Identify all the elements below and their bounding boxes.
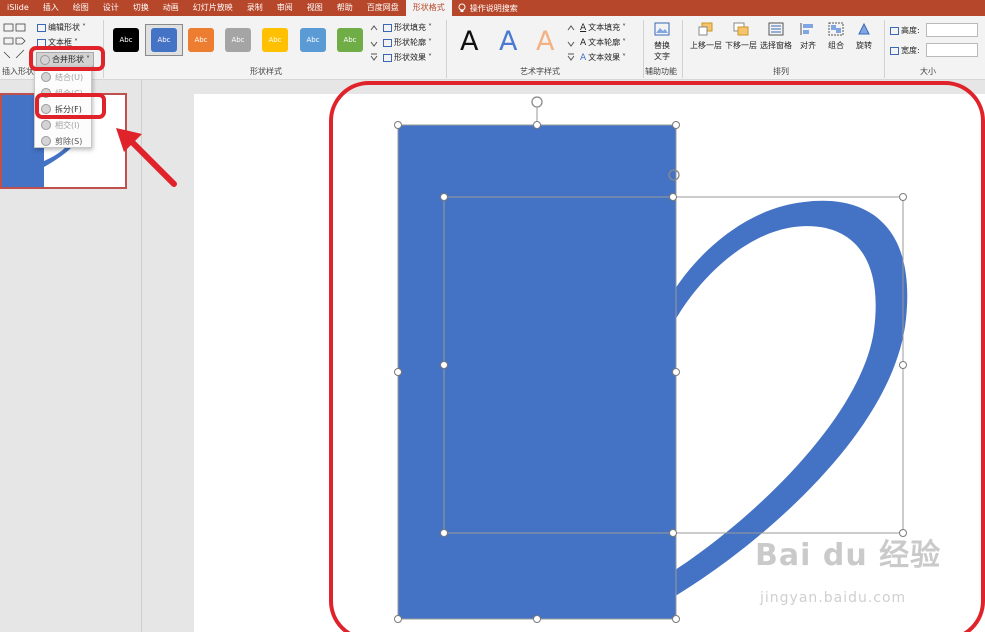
merge-subtract-item[interactable]: 剪除(S) — [37, 133, 91, 149]
tab-design[interactable]: 设计 — [96, 0, 126, 16]
text-fill-button[interactable]: A 文本填充 ˅ — [580, 22, 626, 33]
ribbon-divider — [446, 20, 447, 78]
style-swatch-gold[interactable]: Abc — [262, 28, 288, 52]
ribbon-divider — [643, 20, 644, 78]
tab-insert[interactable]: 插入 — [36, 0, 66, 16]
pen-icon — [383, 38, 392, 47]
group-label-accessibility: 辅助功能 — [645, 67, 677, 76]
height-input[interactable] — [926, 23, 978, 37]
style-swatch-light-blue[interactable]: Abc — [300, 28, 326, 52]
selection-pane-button[interactable]: 选择窗格 — [759, 22, 793, 51]
send-backward-icon — [733, 22, 749, 36]
style-swatch-green[interactable]: Abc — [337, 28, 363, 52]
width-icon — [890, 46, 899, 55]
tell-me-search[interactable]: 操作说明搜索 — [452, 0, 518, 16]
wordart-orange-outline[interactable]: A — [536, 28, 554, 56]
watermark-logo: Bai du 经验 — [755, 538, 942, 573]
shapes-gallery-icon[interactable] — [2, 22, 30, 62]
width-input[interactable] — [926, 43, 978, 57]
tab-review[interactable]: 审阅 — [270, 0, 300, 16]
alt-text-icon — [654, 22, 670, 36]
chevron-down-icon: ˅ — [622, 38, 627, 47]
width-label: 宽度: — [890, 45, 920, 56]
text-outline-button[interactable]: A 文本轮廓 ˅ — [580, 37, 626, 48]
tab-record[interactable]: 录制 — [240, 0, 270, 16]
bring-forward-icon — [698, 22, 713, 36]
merge-union-item[interactable]: 结合(U) — [37, 69, 91, 85]
edit-shape-icon — [37, 23, 46, 32]
chevron-down-icon: ˅ — [428, 23, 432, 32]
powerpoint-window: iSlide 插入 绘图 设计 切换 动画 幻灯片放映 录制 审阅 视图 帮助 … — [0, 0, 985, 632]
search-label: 操作说明搜索 — [469, 3, 518, 13]
annotation-fragment-item — [35, 93, 106, 119]
tab-draw[interactable]: 绘图 — [66, 0, 96, 16]
edit-shape-button[interactable]: 编辑形状 ˅ — [37, 22, 86, 33]
wordart-scroll-icon[interactable] — [567, 22, 575, 62]
merge-intersect-item[interactable]: 相交(I) — [37, 117, 91, 133]
gallery-scroll-icon[interactable] — [370, 22, 378, 62]
arrow-annotation-icon — [116, 128, 177, 187]
chevron-down-icon: ˅ — [428, 38, 432, 47]
align-button[interactable]: 对齐 — [797, 22, 819, 51]
tab-islide[interactable]: iSlide — [0, 0, 36, 16]
height-label: 高度: — [890, 25, 920, 36]
style-swatch-gray[interactable]: Abc — [225, 28, 251, 52]
rotate-button[interactable]: 旋转 — [853, 22, 875, 51]
chevron-down-icon: ˅ — [622, 23, 627, 32]
watermark-url: jingyan.baidu.com — [760, 590, 907, 606]
effects-icon — [383, 53, 392, 62]
menu-bar: iSlide 插入 绘图 设计 切换 动画 幻灯片放映 录制 审阅 视图 帮助 … — [0, 0, 985, 16]
chevron-down-icon: ˅ — [82, 23, 86, 32]
style-swatch-black[interactable]: Abc — [113, 28, 139, 52]
style-swatch-orange[interactable]: Abc — [188, 28, 214, 52]
ribbon-divider — [682, 20, 683, 78]
height-icon — [890, 26, 899, 35]
shape-effects-button[interactable]: 形状效果 ˅ — [383, 52, 432, 63]
group-label-wordart: 艺术字样式 — [520, 67, 560, 76]
alt-text-button[interactable]: 替换 文字 — [651, 22, 673, 62]
paint-bucket-icon — [383, 23, 392, 32]
tab-animations[interactable]: 动画 — [156, 0, 186, 16]
text-outline-icon: A — [580, 37, 587, 48]
text-effects-button[interactable]: A 文本效果 ˅ — [580, 52, 626, 63]
lightbulb-icon — [458, 3, 466, 12]
text-fill-icon: A — [580, 22, 587, 33]
wordart-black[interactable]: A — [460, 28, 478, 56]
shape-outline-button[interactable]: 形状轮廓 ˅ — [383, 37, 432, 48]
union-icon — [41, 72, 51, 82]
tab-slideshow[interactable]: 幻灯片放映 — [186, 0, 240, 16]
chevron-down-icon: ˅ — [622, 53, 627, 62]
group-label-size: 大小 — [920, 67, 936, 76]
selection-pane-icon — [768, 22, 784, 36]
tab-transitions[interactable]: 切换 — [126, 0, 156, 16]
bring-forward-button[interactable]: 上移一层 — [689, 22, 723, 51]
group-label-shape-styles: 形状样式 — [250, 67, 282, 76]
tab-shape-format[interactable]: 形状格式 — [405, 0, 452, 16]
wordart-blue[interactable]: A — [499, 28, 517, 56]
style-swatch-blue[interactable]: Abc — [151, 28, 177, 52]
tab-view[interactable]: 视图 — [300, 0, 330, 16]
send-backward-button[interactable]: 下移一层 — [724, 22, 758, 51]
align-icon — [800, 23, 813, 35]
group-icon — [828, 22, 844, 36]
group-label-arrange: 排列 — [773, 67, 789, 76]
annotation-merge-button — [29, 46, 105, 71]
tab-help[interactable]: 帮助 — [330, 0, 360, 16]
tab-baidu-netdisk[interactable]: 百度网盘 — [360, 0, 406, 16]
shape-fill-button[interactable]: 形状填充 ˅ — [383, 22, 432, 33]
ribbon-divider — [884, 20, 885, 78]
intersect-icon — [41, 120, 51, 130]
rotate-icon — [858, 22, 870, 35]
chevron-down-icon: ˅ — [428, 53, 432, 62]
text-effects-icon: A — [580, 52, 587, 63]
group-button[interactable]: 组合 — [825, 22, 847, 51]
ribbon: 编辑形状 ˅ 文本框 ˅ 合并形状 ˅ 插入形状 Abc Abc Abc Abc… — [0, 16, 985, 80]
subtract-icon — [41, 136, 51, 146]
